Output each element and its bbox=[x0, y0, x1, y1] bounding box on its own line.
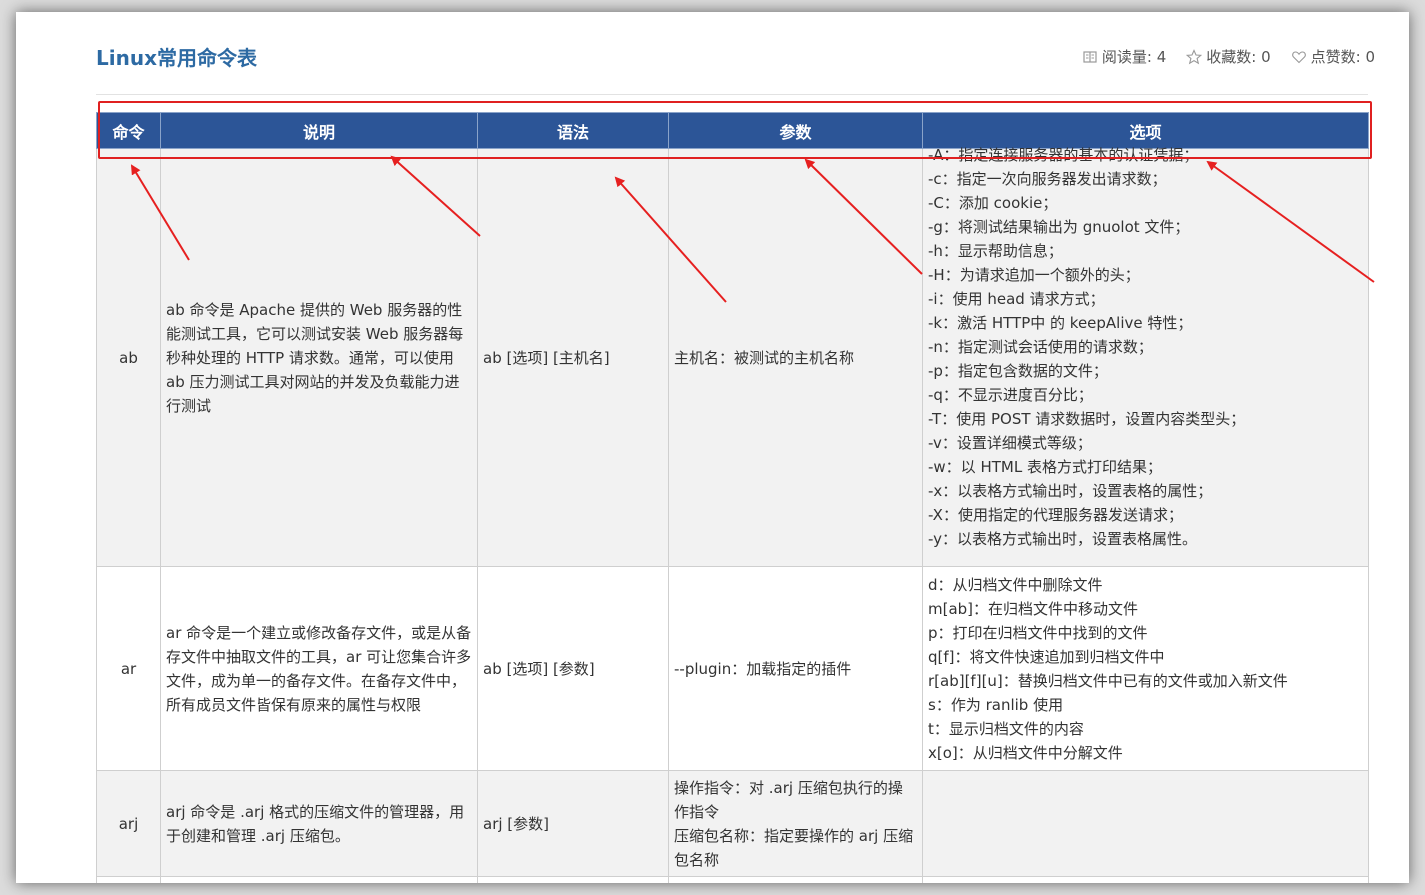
option-line: s：作为 ranlib 使用 bbox=[928, 695, 1064, 714]
favorite-count-label: 收藏数: 0 bbox=[1206, 48, 1271, 66]
option-line: m[ab]：在归档文件中移动文件 bbox=[928, 599, 1139, 618]
params-cell: 主机名：被测试的主机名称 bbox=[668, 148, 923, 567]
syntax-cell: ab [选项] [主机名] bbox=[477, 148, 669, 567]
star-icon[interactable] bbox=[1186, 48, 1203, 65]
option-line: -n：指定测试会话使用的请求数； bbox=[928, 338, 1153, 356]
option-line: -g：将测试结果输出为 gnuolot 文件； bbox=[928, 218, 1190, 236]
header-params: 参数 bbox=[668, 112, 923, 149]
table-row: ar ar 命令是一个建立或修改备存文件，或是从备存文件中抽取文件的工具，ar … bbox=[96, 566, 1369, 771]
param-line: 压缩包名称：指定要操作的 arj 压缩包名称 bbox=[674, 826, 914, 869]
option-line: r[ab][f][u]：替换归档文件中已有的文件或加入新文件 bbox=[928, 671, 1288, 690]
option-line: -i：使用 head 请求方式； bbox=[928, 290, 1105, 308]
option-line: -T：使用 POST 请求数据时，设置内容类型头； bbox=[928, 410, 1246, 428]
description-cell: ab 命令是 Apache 提供的 Web 服务器的性能测试工具，它可以测试安装… bbox=[160, 148, 478, 567]
syntax-cell: ab [选项] [参数] bbox=[477, 566, 669, 771]
title-divider bbox=[96, 94, 1368, 95]
option-line: -H：为请求追加一个额外的头； bbox=[928, 266, 1140, 284]
param-line: 操作指令：对 .arj 压缩包执行的操作指令 bbox=[674, 778, 903, 821]
heart-icon[interactable] bbox=[1291, 49, 1307, 65]
option-line: -c：指定一次向服务器发出请求数； bbox=[928, 170, 1167, 188]
command-cell: ab bbox=[96, 148, 161, 567]
option-line: x[o]：从归档文件中分解文件 bbox=[928, 743, 1123, 762]
params-cell: --plugin：加载指定的插件 bbox=[668, 566, 923, 771]
option-line: -p：指定包含数据的文件； bbox=[928, 362, 1108, 380]
syntax-cell: arj [参数] bbox=[477, 770, 669, 877]
param-line: 主机名：被测试的主机名称 bbox=[674, 348, 855, 367]
option-line: -C：添加 cookie； bbox=[928, 194, 1058, 212]
option-line: -h：显示帮助信息； bbox=[928, 242, 1063, 260]
option-line: q[f]：将文件快速追加到归档文件中 bbox=[928, 647, 1165, 666]
option-line: -q：不显示进度百分比； bbox=[928, 386, 1093, 404]
option-line: d：从归档文件中删除文件 bbox=[928, 575, 1103, 594]
option-line: -x：以表格方式输出时，设置表格的属性； bbox=[928, 482, 1213, 500]
table-row-partial bbox=[96, 876, 1369, 883]
option-line: -w：以 HTML 表格方式打印结果； bbox=[928, 458, 1162, 476]
option-line: t：显示归档文件的内容 bbox=[928, 719, 1084, 738]
page-title: Linux常用命令表 bbox=[96, 46, 257, 70]
screenshot-frame: Linux常用命令表 阅读量: 4 收藏数: 0 点赞数: 0 命令 说明 语法… bbox=[16, 12, 1409, 883]
options-cell bbox=[922, 770, 1369, 877]
read-count: 阅读量: 4 bbox=[1082, 46, 1166, 67]
option-line: -X：使用指定的代理服务器发送请求； bbox=[928, 506, 1183, 524]
command-cell: ar bbox=[96, 566, 161, 771]
description-cell: ar 命令是一个建立或修改备存文件，或是从备存文件中抽取文件的工具，ar 可让您… bbox=[160, 566, 478, 771]
option-line: -y：以表格方式输出时，设置表格属性。 bbox=[928, 530, 1198, 548]
table-row: ab ab 命令是 Apache 提供的 Web 服务器的性能测试工具，它可以测… bbox=[96, 146, 1369, 567]
linux-command-table: 命令 说明 语法 参数 选项 ab ab 命令是 Apache 提供的 Web … bbox=[96, 112, 1369, 883]
options-cell: -A：指定连接服务器的基本的认证凭据； -c：指定一次向服务器发出请求数； -C… bbox=[922, 146, 1369, 567]
header-syntax: 语法 bbox=[477, 112, 669, 149]
option-line: -A：指定连接服务器的基本的认证凭据； bbox=[928, 146, 1199, 164]
table-row: arj arj 命令是 .arj 格式的压缩文件的管理器，用于创建和管理 .ar… bbox=[96, 770, 1369, 877]
param-line: --plugin：加载指定的插件 bbox=[674, 659, 852, 678]
option-line: -v：设置详细模式等级； bbox=[928, 434, 1092, 452]
article-stats: 阅读量: 4 收藏数: 0 点赞数: 0 bbox=[1082, 46, 1375, 67]
command-cell: arj bbox=[96, 770, 161, 877]
option-line: -k：激活 HTTP中 的 keepAlive 特性； bbox=[928, 314, 1193, 332]
like-count[interactable]: 点赞数: 0 bbox=[1291, 46, 1375, 67]
article-page: Linux常用命令表 阅读量: 4 收藏数: 0 点赞数: 0 命令 说明 语法… bbox=[30, 26, 1395, 883]
reading-icon bbox=[1082, 49, 1098, 65]
description-cell: arj 命令是 .arj 格式的压缩文件的管理器，用于创建和管理 .arj 压缩… bbox=[160, 770, 478, 877]
params-cell: 操作指令：对 .arj 压缩包执行的操作指令 压缩包名称：指定要操作的 arj … bbox=[668, 770, 923, 877]
option-line: p：打印在归档文件中找到的文件 bbox=[928, 623, 1148, 642]
favorite-count[interactable]: 收藏数: 0 bbox=[1186, 46, 1271, 67]
header-command: 命令 bbox=[96, 112, 161, 149]
read-count-label: 阅读量: 4 bbox=[1101, 48, 1167, 66]
options-cell: d：从归档文件中删除文件 m[ab]：在归档文件中移动文件 p：打印在归档文件中… bbox=[922, 566, 1369, 771]
header-description: 说明 bbox=[160, 112, 478, 149]
like-count-label: 点赞数: 0 bbox=[1310, 48, 1375, 66]
